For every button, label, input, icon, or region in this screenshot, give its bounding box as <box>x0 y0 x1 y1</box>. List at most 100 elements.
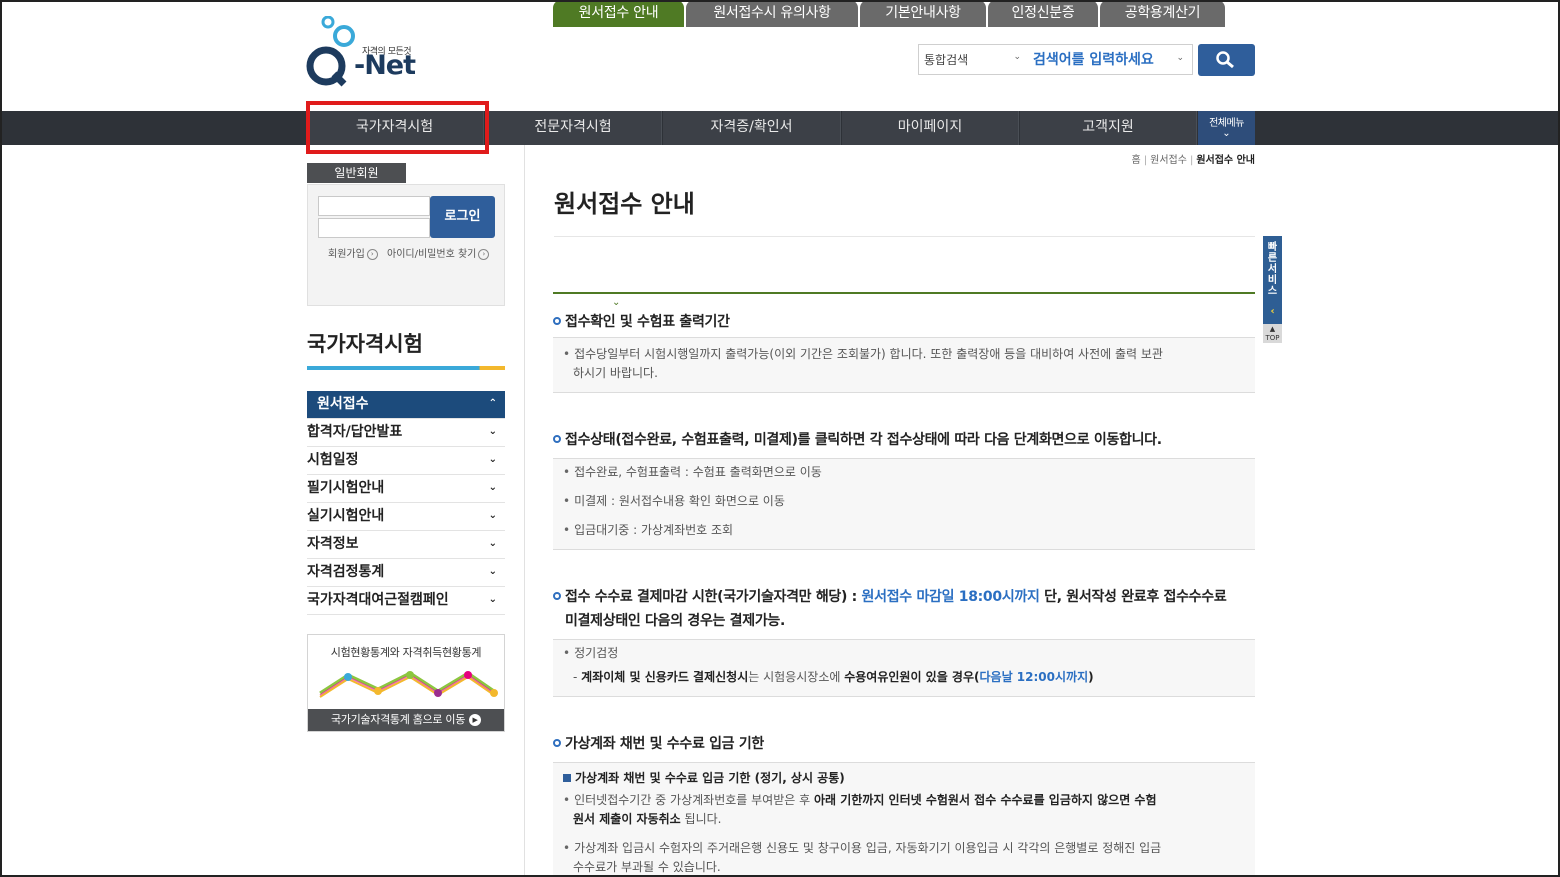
sidebar-menu: 원서접수 ⌃ 합격자/답안발표 ⌄ 시험일정 ⌄ 필기시험안내 ⌄ 실기시험안내 ⌄ 자격… <box>307 391 505 615</box>
chevron-down-icon: ⌄ <box>488 454 497 465</box>
quick-service-label: 빠른서비스 <box>1267 242 1278 297</box>
login-links: 회원가입 › 아이디/비밀번호 찾기 › <box>328 245 495 260</box>
sidebar-item-label: 원서접수 <box>317 396 369 412</box>
username-input[interactable] <box>318 196 430 216</box>
section-virtual-account-box: 가상계좌 채번 및 수수료 입금 기한 (정기, 상시 공통) 인터넷접수기간 … <box>553 762 1255 877</box>
column-divider <box>524 145 525 877</box>
signup-link[interactable]: 회원가입 <box>328 249 365 260</box>
print-period-text: 접수당일부터 시험시행일까지 출력가능(이외 기간은 조회불가) 합니다. 또한… <box>563 345 1163 383</box>
text-line: 하시기 바랍니다. <box>573 366 658 380</box>
search-icon <box>1216 51 1234 69</box>
chevron-right-icon: › <box>366 248 378 260</box>
sidebar-item-campaign[interactable]: 국가자격대여근절캠페인 ⌄ <box>307 587 505 615</box>
sidebar-item-application[interactable]: 원서접수 ⌃ <box>307 391 505 419</box>
chevron-down-icon: ⌄ <box>1176 53 1184 63</box>
search-scope-label: 통합검색 <box>924 53 969 67</box>
tab-id-card[interactable]: 인정신분증 <box>988 0 1098 27</box>
sidebar-item-qualification-info[interactable]: 자격정보 ⌄ <box>307 531 505 559</box>
chevron-down-icon: ⌄ <box>488 594 497 605</box>
nav-professional-exam[interactable]: 전문자격시험 <box>485 111 662 145</box>
stats-banner-title: 시험현황통계와 자격취득현황통계 <box>330 646 482 659</box>
section-fee-deadline-heading: 접수 수수료 결제마감 시한(국가기술자격만 해당) : 원서접수 마감일 18… <box>553 586 1227 606</box>
find-account-link[interactable]: 아이디/비밀번호 찾기 <box>387 249 476 260</box>
virtual-account-subtitle: 가상계좌 채번 및 수수료 입금 기한 (정기, 상시 공통) <box>563 769 845 786</box>
tab-basic-info[interactable]: 기본안내사항 <box>860 0 986 27</box>
section-print-period-heading: 접수확인 및 수험표 출력기간 <box>553 311 730 331</box>
nav-customer-support[interactable]: 고객지원 <box>1020 111 1197 145</box>
bullet-circle-icon <box>553 592 561 600</box>
stats-graph-icon <box>319 671 498 698</box>
member-tab[interactable]: 일반회원 <box>307 163 406 183</box>
page-title: 원서접수 안내 <box>554 190 695 218</box>
sidebar-item-label: 필기시험안내 <box>307 480 385 496</box>
section-status-heading: 접수상태(접수완료, 수험표출력, 미결제)를 클릭하면 각 접수상태에 따라 … <box>553 429 1162 449</box>
bullet-circle-icon <box>553 435 561 443</box>
sidebar-title: 국가자격시험 <box>307 332 423 356</box>
stats-home-label: 국가기술자격통계 홈으로 이동 <box>330 713 466 726</box>
section-print-period-box: 접수당일부터 시험시행일까지 출력가능(이외 기간은 조회불가) 합니다. 또한… <box>553 337 1255 393</box>
sidebar-item-label: 자격검정통계 <box>307 564 385 580</box>
breadcrumb-application[interactable]: 원서접수 <box>1150 155 1187 166</box>
search-bar: 통합검색 ⌄ ⌄ <box>918 44 1193 75</box>
breadcrumb-current: 원서접수 안내 <box>1196 155 1255 166</box>
login-panel: 로그인 회원가입 › 아이디/비밀번호 찾기 › <box>307 184 505 306</box>
tab-application-notes[interactable]: 원서접수시 유의사항 <box>686 0 858 27</box>
scroll-top-button[interactable]: ▲ TOP <box>1263 324 1282 343</box>
square-bullet-icon <box>563 774 571 782</box>
password-input[interactable] <box>318 218 430 238</box>
sidebar-item-results[interactable]: 합격자/답안발표 ⌄ <box>307 419 505 447</box>
chevron-down-icon: ⌄ <box>488 426 497 437</box>
highlight-annotation <box>306 101 489 154</box>
chevron-up-icon: ⌃ <box>488 398 497 409</box>
bullet-circle-icon <box>553 317 561 325</box>
search-scope-select[interactable]: 통합검색 ⌄ <box>919 45 1027 74</box>
section-status-box: 접수완료, 수험표출력 : 수험표 출력화면으로 이동 미결제 : 원서접수내용… <box>553 458 1255 550</box>
tab-calculator[interactable]: 공학용계산기 <box>1100 0 1225 27</box>
logo-text: -Net <box>354 50 416 81</box>
virtual-account-rule-2: 가상계좌 입금시 수험자의 주거래은행 신용도 및 창구이용 입금, 자동화기기… <box>563 839 1161 877</box>
scroll-top-label: TOP <box>1265 334 1280 342</box>
chevron-down-icon: ⌄ <box>488 482 497 493</box>
section-fee-deadline-box: 정기검정 - 계좌이체 및 신용카드 결제신청시는 시험응시장소에 수용여유인원… <box>553 639 1255 697</box>
chevron-down-icon: ⌄ <box>488 566 497 577</box>
tab-application-guide[interactable]: 원서접수 안내 <box>553 0 684 27</box>
sidebar-item-label: 합격자/답안발표 <box>307 424 403 440</box>
active-tab-indicator-icon: ⌄ <box>612 297 621 308</box>
search-button[interactable] <box>1198 44 1255 76</box>
all-menu-button[interactable]: 전체메뉴 ⌄ <box>1198 111 1255 145</box>
stats-home-link[interactable]: 국가기술자격통계 홈으로 이동 ▶ <box>308 709 504 731</box>
section-heading-text: 접수확인 및 수험표 출력기간 <box>565 314 730 330</box>
sidebar-item-label: 시험일정 <box>307 452 359 468</box>
sidebar-item-statistics[interactable]: 자격검정통계 ⌄ <box>307 559 505 587</box>
chevron-down-icon: ⌄ <box>488 510 497 521</box>
chevron-left-icon: ‹ <box>1270 306 1275 317</box>
play-icon: ▶ <box>469 714 482 726</box>
status-item-unpaid: 미결제 : 원서접수내용 확인 화면으로 이동 <box>563 492 785 511</box>
regular-exam-label: 정기검정 <box>563 644 618 663</box>
deadline-highlight: 원서접수 마감일 18:00시까지 <box>861 589 1040 605</box>
sidebar-title-bar <box>307 366 505 370</box>
qnet-logo[interactable]: 자격의 모든것 -Net <box>306 15 416 88</box>
sidebar-item-written-exam[interactable]: 필기시험안내 ⌄ <box>307 475 505 503</box>
sidebar-item-practical-exam[interactable]: 실기시험안내 ⌄ <box>307 503 505 531</box>
stats-banner[interactable]: 시험현황통계와 자격취득현황통계 국가기술자격통계 홈으로 이동 ▶ <box>307 634 505 732</box>
bullet-circle-icon <box>553 739 561 747</box>
sidebar-item-label: 국가자격대여근절캠페인 <box>307 592 449 608</box>
login-button[interactable]: 로그인 <box>430 196 495 238</box>
search-input[interactable] <box>1027 45 1192 74</box>
sidebar-item-label: 자격정보 <box>307 536 359 552</box>
nav-mypage[interactable]: 마이페이지 <box>842 111 1019 145</box>
tabs-underline <box>553 292 1255 294</box>
title-divider <box>554 236 1255 237</box>
section-virtual-account-heading: 가상계좌 채번 및 수수료 입금 기한 <box>553 733 764 753</box>
subtitle-text: 가상계좌 채번 및 수수료 입금 기한 (정기, 상시 공통) <box>575 771 845 785</box>
section-fee-deadline-heading-line2: 미결제상태인 다음의 경우는 결제가능. <box>565 613 786 629</box>
chevron-down-icon: ⌄ <box>488 538 497 549</box>
quick-service-panel[interactable]: 빠른서비스 ‹ <box>1263 236 1282 324</box>
breadcrumb-home[interactable]: 홈 <box>1132 155 1141 166</box>
nav-certificate[interactable]: 자격증/확인서 <box>663 111 841 145</box>
status-item-waiting: 입금대기중 : 가상계좌번호 조회 <box>563 521 733 540</box>
sidebar-item-schedule[interactable]: 시험일정 ⌄ <box>307 447 505 475</box>
section-heading-text: 가상계좌 채번 및 수수료 입금 기한 <box>565 736 764 752</box>
section-heading-text: 접수 수수료 결제마감 시한(국가기술자격만 해당) : <box>565 589 862 605</box>
